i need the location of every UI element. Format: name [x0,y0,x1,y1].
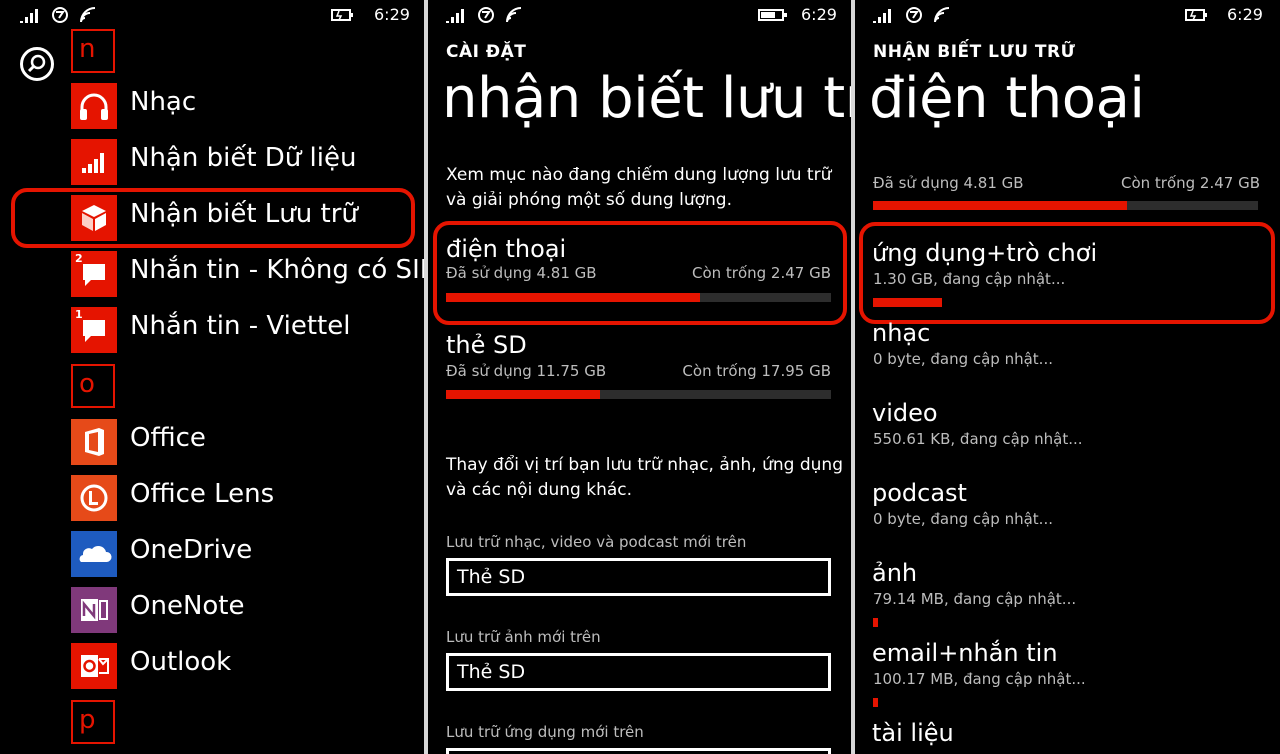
app-label: Nhắn tin - Viettel [130,311,351,341]
change-location-text: Thay đổi vị trí bạn lưu trữ nhạc, ảnh, ứ… [446,455,843,500]
app-item-messaging-viettel[interactable]: 1 Nhắn tin - Viettel [71,307,421,353]
usage-bar [446,390,831,399]
signal-icon [20,7,42,23]
page-title: điện thoại [869,66,1145,131]
app-label: Nhạc [130,87,197,117]
app-item-data-sense[interactable]: Nhận biết Dữ liệu [71,139,421,185]
app-label: Nhắn tin - Không có SIM [130,255,424,285]
category-name: nhạc [872,319,931,347]
signal-icon [873,7,895,23]
used-label: Đã sử dụng 4.81 GB [873,174,1024,192]
headphones-icon [71,83,117,129]
phone-storage-screen: 6:29 NHẬN BIẾT LƯU TRỮ điện thoại Đã sử … [855,0,1280,754]
free-label: Còn trống 2.47 GB [1120,174,1260,192]
wifi-icon [506,7,522,23]
data-sense-icon [71,139,117,185]
field-label: Lưu trữ ảnh mới trên [446,628,601,646]
page-header: CÀI ĐẶT [446,42,527,62]
status-bar: 6:29 [428,4,851,28]
status-bar: 6:29 [0,4,424,28]
category-name: email+nhắn tin [872,639,1058,667]
clock: 6:29 [801,5,837,24]
storage-sense-settings-screen: 6:29 CÀI ĐẶT nhận biết lưu trữ Xem mục n… [428,0,851,754]
usage-bar [873,201,1258,210]
free-label: Còn trống 17.95 GB [682,362,831,380]
onenote-icon [71,587,117,633]
app-item-office[interactable]: Office [71,419,421,465]
app-item-onedrive[interactable]: OneDrive [71,531,421,577]
wifi-icon [80,7,96,23]
category-bar [873,618,878,627]
onedrive-icon [71,531,117,577]
category-name: podcast [872,479,967,507]
category-name: video [872,399,938,427]
app-item-music[interactable]: Nhạc [71,83,421,129]
clock: 6:29 [374,5,410,24]
highlight-storage-sense [11,188,415,248]
letter-tile-p[interactable]: p [71,700,115,744]
app-label: Office [130,423,206,453]
letter-tile-o[interactable]: o [71,364,115,408]
field-label: Lưu trữ ứng dụng mới trên [446,723,644,741]
notification-badge: 2 [75,252,83,265]
app-label: Nhận biết Dữ liệu [130,143,357,173]
category-size: 0 byte, đang cập nhật... [873,510,1053,528]
category-name: ảnh [872,559,918,587]
storage-name: thẻ SD [446,331,527,359]
page-title: nhận biết lưu trữ [442,66,851,131]
charging-icon [331,9,353,21]
page-header: NHẬN BIẾT LƯU TRỮ [873,42,1076,62]
category-bar [873,698,878,707]
music-storage-select[interactable]: Thẻ SD [446,558,831,596]
outlook-icon [71,643,117,689]
app-item-messaging-no-sim[interactable]: 2 Nhắn tin - Không có SIM [71,251,424,297]
signal-icon [446,7,468,23]
clock: 6:29 [1227,5,1263,24]
app-label: Office Lens [130,479,275,509]
notification-badge: 1 [75,308,83,321]
data-icon [52,7,68,23]
app-label: Outlook [130,647,232,677]
app-storage-select[interactable] [446,748,831,754]
status-bar: 6:29 [855,4,1280,28]
office-icon [71,419,117,465]
highlight-apps-games [859,222,1275,324]
letter-tile-n[interactable]: n [71,29,115,73]
wifi-icon [934,7,950,23]
app-item-onenote[interactable]: OneNote [71,587,421,633]
data-icon [906,7,922,23]
description: Xem mục nào đang chiếm dung lượng lưu tr… [446,165,832,210]
category-size: 550.61 KB, đang cập nhật... [873,430,1083,448]
data-icon [478,7,494,23]
charging-icon [1185,9,1207,21]
category-name: tài liệu [872,719,954,747]
category-size: 79.14 MB, đang cập nhật... [873,590,1077,608]
field-label: Lưu trữ nhạc, video và podcast mới trên [446,533,747,551]
app-item-office-lens[interactable]: Office Lens [71,475,421,521]
app-list-screen: 6:29 n Nhạc Nhận biết Dữ liệu Nhận biết … [0,0,424,754]
app-label: OneNote [130,591,245,621]
app-item-outlook[interactable]: Outlook [71,643,421,689]
app-label: OneDrive [130,535,253,565]
search-icon[interactable] [20,47,54,81]
office-lens-icon [71,475,117,521]
photo-storage-select[interactable]: Thẻ SD [446,653,831,691]
battery-icon [758,9,787,21]
highlight-phone [433,221,847,325]
used-label: Đã sử dụng 11.75 GB [446,362,607,380]
category-size: 100.17 MB, đang cập nhật... [873,670,1086,688]
category-size: 0 byte, đang cập nhật... [873,350,1053,368]
